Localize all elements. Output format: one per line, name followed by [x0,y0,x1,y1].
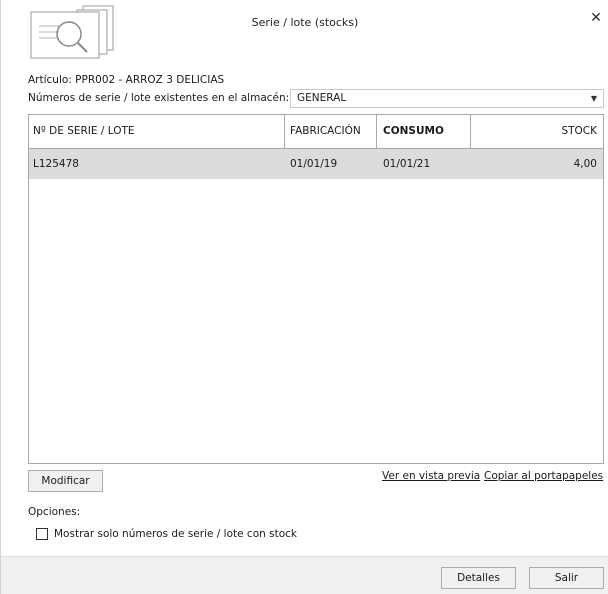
exit-button[interactable]: Salir [529,567,604,589]
window-title: Serie / lote (stocks) [251,16,359,29]
warehouse-selected-value: GENERAL [297,92,347,104]
cell-fabricacion: 01/01/19 [290,158,338,170]
close-icon[interactable]: ✕ [588,10,604,26]
footer-bar: Detalles Salir [1,556,608,594]
modify-button[interactable]: Modificar [28,470,103,492]
table-header: Nº DE SERIE / LOTE FABRICACIÓN CONSUMO S… [29,115,603,149]
cell-consumo: 01/01/21 [383,158,431,170]
warehouse-select[interactable]: GENERAL ▼ [290,89,604,108]
column-header-serie[interactable]: Nº DE SERIE / LOTE [29,115,285,148]
article-label: Artículo: PPR002 - ARROZ 3 DELICIAS [28,74,225,86]
preview-link[interactable]: Ver en vista previa [382,470,480,482]
options-title: Opciones: [28,506,81,518]
magnifier-documents-icon [30,5,114,59]
details-button[interactable]: Detalles [441,567,516,589]
table-row[interactable]: L125478 01/01/19 01/01/21 4,00 [29,149,603,179]
stock-only-label[interactable]: Mostrar solo números de serie / lote con… [54,528,297,540]
column-header-consumo[interactable]: CONSUMO [377,115,471,148]
serie-lote-table[interactable]: Nº DE SERIE / LOTE FABRICACIÓN CONSUMO S… [28,114,604,464]
column-header-fabricacion[interactable]: FABRICACIÓN [285,115,377,148]
column-header-stock[interactable]: STOCK [471,115,603,148]
warehouse-label: Números de serie / lote existentes en el… [28,92,290,104]
serie-lote-dialog: Serie / lote (stocks) ✕ Artículo: PPR002… [0,0,608,594]
stock-only-checkbox[interactable] [36,528,48,540]
cell-serie: L125478 [33,158,79,170]
cell-stock: 4,00 [573,158,597,170]
copy-clipboard-link[interactable]: Copiar al portapapeles [484,470,603,482]
chevron-down-icon[interactable]: ▼ [591,90,597,107]
